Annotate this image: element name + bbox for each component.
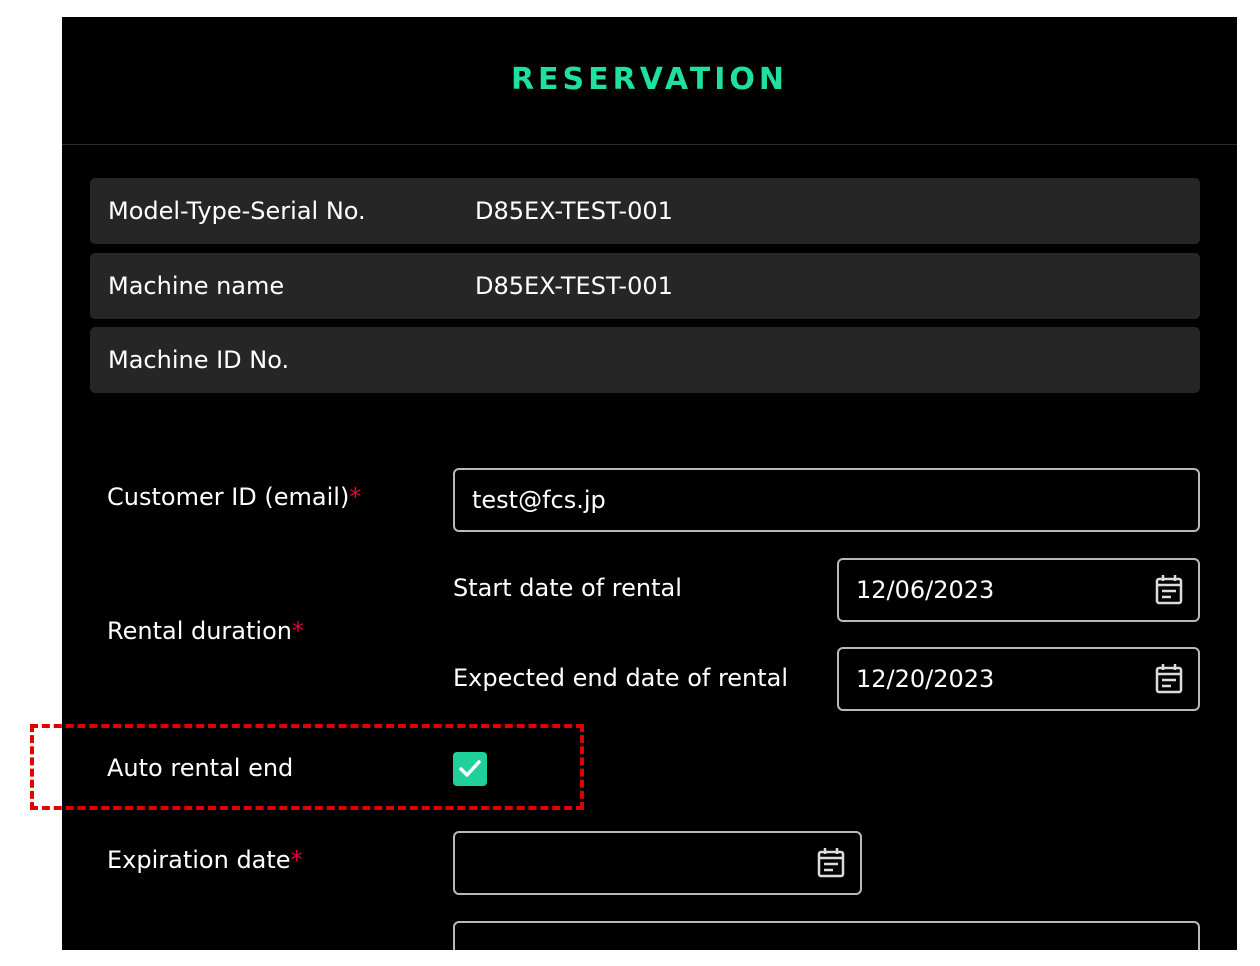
customer-id-label: Customer ID (email)* — [107, 483, 362, 511]
required-mark: * — [349, 483, 362, 511]
page-title: RESERVATION — [510, 62, 789, 97]
required-mark: * — [290, 846, 303, 874]
info-row-machine-id: Machine ID No. — [90, 327, 1200, 393]
model-type-serial-label: Model-Type-Serial No. — [108, 197, 366, 225]
highlight-annotation-box — [30, 724, 584, 810]
calendar-icon[interactable] — [1152, 573, 1186, 607]
end-date-input[interactable]: 12/20/2023 — [837, 647, 1200, 711]
customer-id-value: test@fcs.jp — [472, 486, 606, 514]
customer-id-input[interactable]: test@fcs.jp — [453, 468, 1200, 532]
expiration-date-input[interactable] — [453, 831, 862, 895]
calendar-icon[interactable] — [814, 846, 848, 880]
required-mark: * — [291, 617, 304, 645]
start-date-label: Start date of rental — [453, 574, 682, 602]
machine-name-label: Machine name — [108, 272, 285, 300]
calendar-icon[interactable] — [1152, 662, 1186, 696]
info-row-model: Model-Type-Serial No. D85EX-TEST-001 — [90, 178, 1200, 244]
end-date-value: 12/20/2023 — [856, 665, 995, 693]
rental-duration-label: Rental duration* — [107, 617, 304, 645]
start-date-value: 12/06/2023 — [856, 576, 995, 604]
info-row-machine-name: Machine name D85EX-TEST-001 — [90, 253, 1200, 319]
machine-name-value: D85EX-TEST-001 — [475, 272, 673, 300]
next-field-input[interactable] — [453, 921, 1200, 950]
reservation-panel: RESERVATION Model-Type-Serial No. D85EX-… — [62, 17, 1237, 950]
machine-id-label: Machine ID No. — [108, 346, 290, 374]
expiration-date-label: Expiration date* — [107, 846, 303, 874]
start-date-input[interactable]: 12/06/2023 — [837, 558, 1200, 622]
model-type-serial-value: D85EX-TEST-001 — [475, 197, 673, 225]
end-date-label: Expected end date of rental — [453, 664, 789, 692]
panel-header: RESERVATION — [62, 17, 1237, 145]
